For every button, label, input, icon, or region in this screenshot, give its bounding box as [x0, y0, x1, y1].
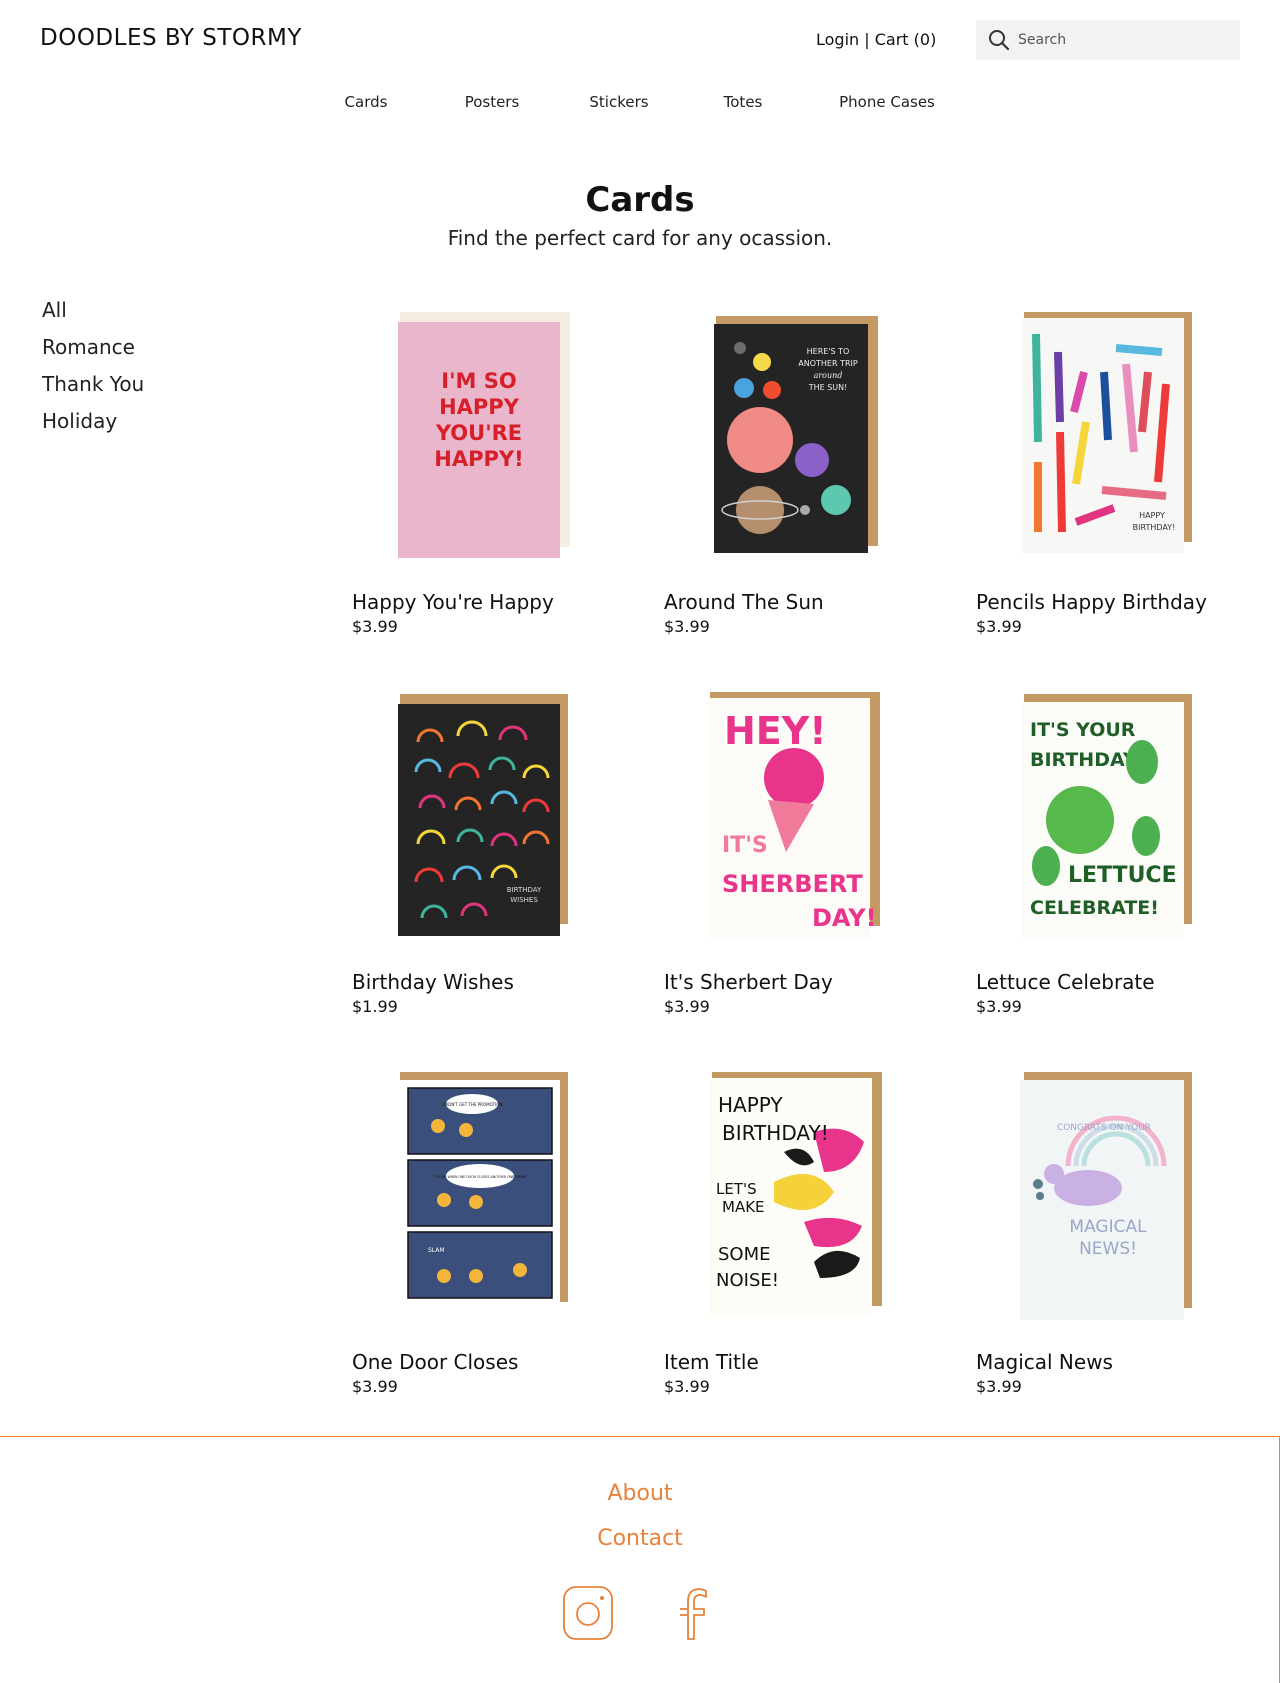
card-text: HAPPY	[439, 395, 520, 419]
card-text: HERE'S TO	[807, 347, 850, 356]
product-price: $3.99	[664, 617, 710, 636]
product-price: $3.99	[352, 1377, 398, 1396]
product-image[interactable]: HERE'S TO ANOTHER TRIP around THE SUN!	[664, 312, 944, 577]
product-image[interactable]: HEY! IT'S SHERBERT DAY!	[664, 692, 944, 957]
nav-phone-cases[interactable]: Phone Cases	[839, 93, 935, 111]
card-text: SHERBERT	[722, 870, 863, 898]
card-text: IT'S OK, WHEN ONE DOOR CLOSES ANOTHER ON…	[434, 1175, 526, 1179]
card-text: SOME	[718, 1244, 771, 1265]
account-separator: |	[859, 30, 875, 49]
product-name[interactable]: Lettuce Celebrate	[976, 970, 1155, 994]
product-name[interactable]: It's Sherbert Day	[664, 970, 833, 994]
nav-posters[interactable]: Posters	[465, 93, 520, 111]
card-text: IT'S YOUR	[1030, 719, 1136, 741]
product-name[interactable]: Magical News	[976, 1350, 1113, 1374]
card-text: LET'S	[716, 1180, 757, 1198]
filter-holiday[interactable]: Holiday	[42, 409, 144, 446]
product-card[interactable]: IT'S YOUR BIRTHDAY! LETTUCE CELEBRATE! L…	[976, 692, 1256, 1022]
nav-stickers[interactable]: Stickers	[589, 93, 648, 111]
card-text: around	[814, 371, 843, 380]
card-text: ANOTHER TRIP	[798, 359, 858, 368]
product-name[interactable]: Birthday Wishes	[352, 970, 514, 994]
card-text: MAGICAL	[1069, 1217, 1147, 1237]
product-card[interactable]: HEY! IT'S SHERBERT DAY! It's Sherbert Da…	[664, 692, 944, 1022]
product-card[interactable]: HERE'S TO ANOTHER TRIP around THE SUN! A…	[664, 312, 944, 642]
product-card[interactable]: I DIDN'T GET THE PROMOTION IT'S OK, WHEN…	[352, 1072, 632, 1402]
login-link[interactable]: Login	[816, 30, 859, 49]
card-text: NEWS!	[1079, 1239, 1137, 1259]
product-image[interactable]: BIRTHDAY WISHES	[352, 692, 632, 957]
nav-cards[interactable]: Cards	[345, 93, 388, 111]
card-text: NOISE!	[716, 1270, 779, 1291]
product-image[interactable]: I'M SO HAPPY YOU'RE HAPPY!	[352, 312, 632, 577]
search-input[interactable]	[1018, 20, 1228, 60]
card-text: LETTUCE	[1068, 863, 1177, 888]
product-image[interactable]: I DIDN'T GET THE PROMOTION IT'S OK, WHEN…	[352, 1072, 632, 1337]
nav-totes[interactable]: Totes	[724, 93, 763, 111]
card-text: BIRTHDAY!	[722, 1121, 829, 1145]
site-header: DOODLES BY STORMY Login | Cart (0)	[0, 0, 1280, 80]
product-name[interactable]: Item Title	[664, 1350, 759, 1374]
product-price: $3.99	[976, 1377, 1022, 1396]
card-text: THE SUN!	[808, 383, 848, 392]
product-name[interactable]: Happy You're Happy	[352, 590, 554, 614]
footer-about-link[interactable]: About	[0, 1481, 1280, 1506]
card-text: I DIDN'T GET THE PROMOTION	[442, 1102, 503, 1107]
product-card[interactable]: BIRTHDAY WISHES Birthday Wishes $1.99	[352, 692, 632, 1022]
filter-sidebar: All Romance Thank You Holiday	[42, 298, 144, 446]
product-price: $1.99	[352, 997, 398, 1016]
product-image[interactable]: HAPPY BIRTHDAY!	[976, 312, 1256, 577]
card-text: DAY!	[812, 904, 877, 932]
account-links: Login | Cart (0)	[816, 30, 936, 49]
page-title: Cards	[585, 180, 695, 220]
card-text: HEY!	[724, 709, 827, 753]
product-price: $3.99	[976, 617, 1022, 636]
product-name[interactable]: Pencils Happy Birthday	[976, 590, 1207, 614]
product-card[interactable]: HAPPY BIRTHDAY! Pencils Happy Birthday $…	[976, 312, 1256, 642]
site-footer: About Contact	[0, 1436, 1280, 1683]
product-price: $3.99	[976, 997, 1022, 1016]
search-box	[976, 20, 1240, 60]
card-text: HAPPY	[1139, 511, 1165, 520]
filter-romance[interactable]: Romance	[42, 335, 144, 372]
instagram-icon[interactable]	[562, 1585, 614, 1641]
card-text: I'M SO	[441, 369, 516, 393]
brand-logo[interactable]: DOODLES BY STORMY	[40, 25, 302, 51]
card-text: SLAM	[428, 1247, 445, 1254]
card-text: WISHES	[510, 896, 538, 904]
product-name[interactable]: One Door Closes	[352, 1350, 518, 1374]
card-text: CONGRATS ON YOUR	[1057, 1123, 1151, 1133]
product-card[interactable]: HAPPY BIRTHDAY! LET'S MAKE SOME NOISE! I…	[664, 1072, 944, 1402]
card-text: MAKE	[722, 1198, 765, 1216]
filter-thank-you[interactable]: Thank You	[42, 372, 144, 409]
card-text: HAPPY!	[434, 447, 523, 471]
filter-all[interactable]: All	[42, 298, 144, 335]
facebook-icon[interactable]	[672, 1585, 712, 1641]
product-image[interactable]: IT'S YOUR BIRTHDAY! LETTUCE CELEBRATE!	[976, 692, 1256, 957]
card-text: BIRTHDAY!	[1133, 523, 1176, 532]
card-text: CELEBRATE!	[1030, 897, 1159, 919]
category-nav: Cards Posters Stickers Totes Phone Cases	[0, 93, 1280, 117]
product-name[interactable]: Around The Sun	[664, 590, 824, 614]
page-header: Cards Find the perfect card for any ocas…	[0, 180, 1280, 250]
card-text: HAPPY	[718, 1093, 783, 1117]
product-image[interactable]: HAPPY BIRTHDAY! LET'S MAKE SOME NOISE!	[664, 1072, 944, 1337]
search-icon[interactable]	[988, 29, 1010, 51]
card-text: IT'S	[722, 833, 768, 858]
product-card[interactable]: CONGRATS ON YOUR MAGICAL NEWS! Magical N…	[976, 1072, 1256, 1402]
product-image[interactable]: CONGRATS ON YOUR MAGICAL NEWS!	[976, 1072, 1256, 1337]
product-price: $3.99	[352, 617, 398, 636]
cart-link[interactable]: Cart (0)	[875, 30, 937, 49]
page-subtitle: Find the perfect card for any ocassion.	[447, 226, 833, 250]
product-card[interactable]: I'M SO HAPPY YOU'RE HAPPY! Happy You're …	[352, 312, 632, 642]
product-price: $3.99	[664, 997, 710, 1016]
product-price: $3.99	[664, 1377, 710, 1396]
footer-contact-link[interactable]: Contact	[0, 1526, 1280, 1551]
card-text: YOU'RE	[435, 421, 522, 445]
card-text: BIRTHDAY	[507, 886, 542, 894]
